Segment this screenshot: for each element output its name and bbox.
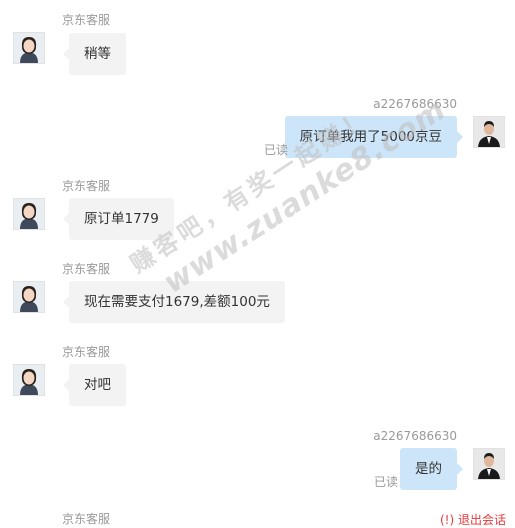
agent-avatar[interactable] <box>13 198 45 230</box>
message-bubble: 原订单1779 <box>63 198 174 240</box>
sender-name: 京东客服 <box>62 179 111 193</box>
watermark-line1: 赚客吧，有奖一起赚！ <box>125 102 376 279</box>
sender-name: 京东客服 <box>62 262 111 276</box>
sender-name: 京东客服 <box>62 345 111 359</box>
user-avatar[interactable] <box>473 448 505 480</box>
message-bubble: 对吧 <box>63 364 126 406</box>
user-avatar[interactable] <box>473 116 505 148</box>
message-bubble: 是的 <box>400 448 463 490</box>
exit-session-button[interactable]: (!) 退出会话 <box>440 512 506 528</box>
agent-avatar[interactable] <box>13 32 45 64</box>
agent-avatar[interactable] <box>13 281 45 313</box>
read-status: 已读 <box>374 475 399 489</box>
message-bubble: 原订单我用了5000京豆 <box>284 116 464 158</box>
read-status: 已读 <box>264 143 289 157</box>
message-bubble: 现在需要支付1679,差额100元 <box>63 281 285 323</box>
exit-icon: (!) <box>440 513 455 527</box>
sender-name: 京东客服 <box>62 13 111 27</box>
agent-avatar[interactable] <box>13 364 45 396</box>
sender-name: 京东客服 <box>62 512 111 526</box>
sender-name: a2267686630 <box>373 97 457 111</box>
sender-name: a2267686630 <box>373 429 457 443</box>
exit-session-label: 退出会话 <box>458 513 507 527</box>
message-bubble: 稍等 <box>63 33 126 75</box>
